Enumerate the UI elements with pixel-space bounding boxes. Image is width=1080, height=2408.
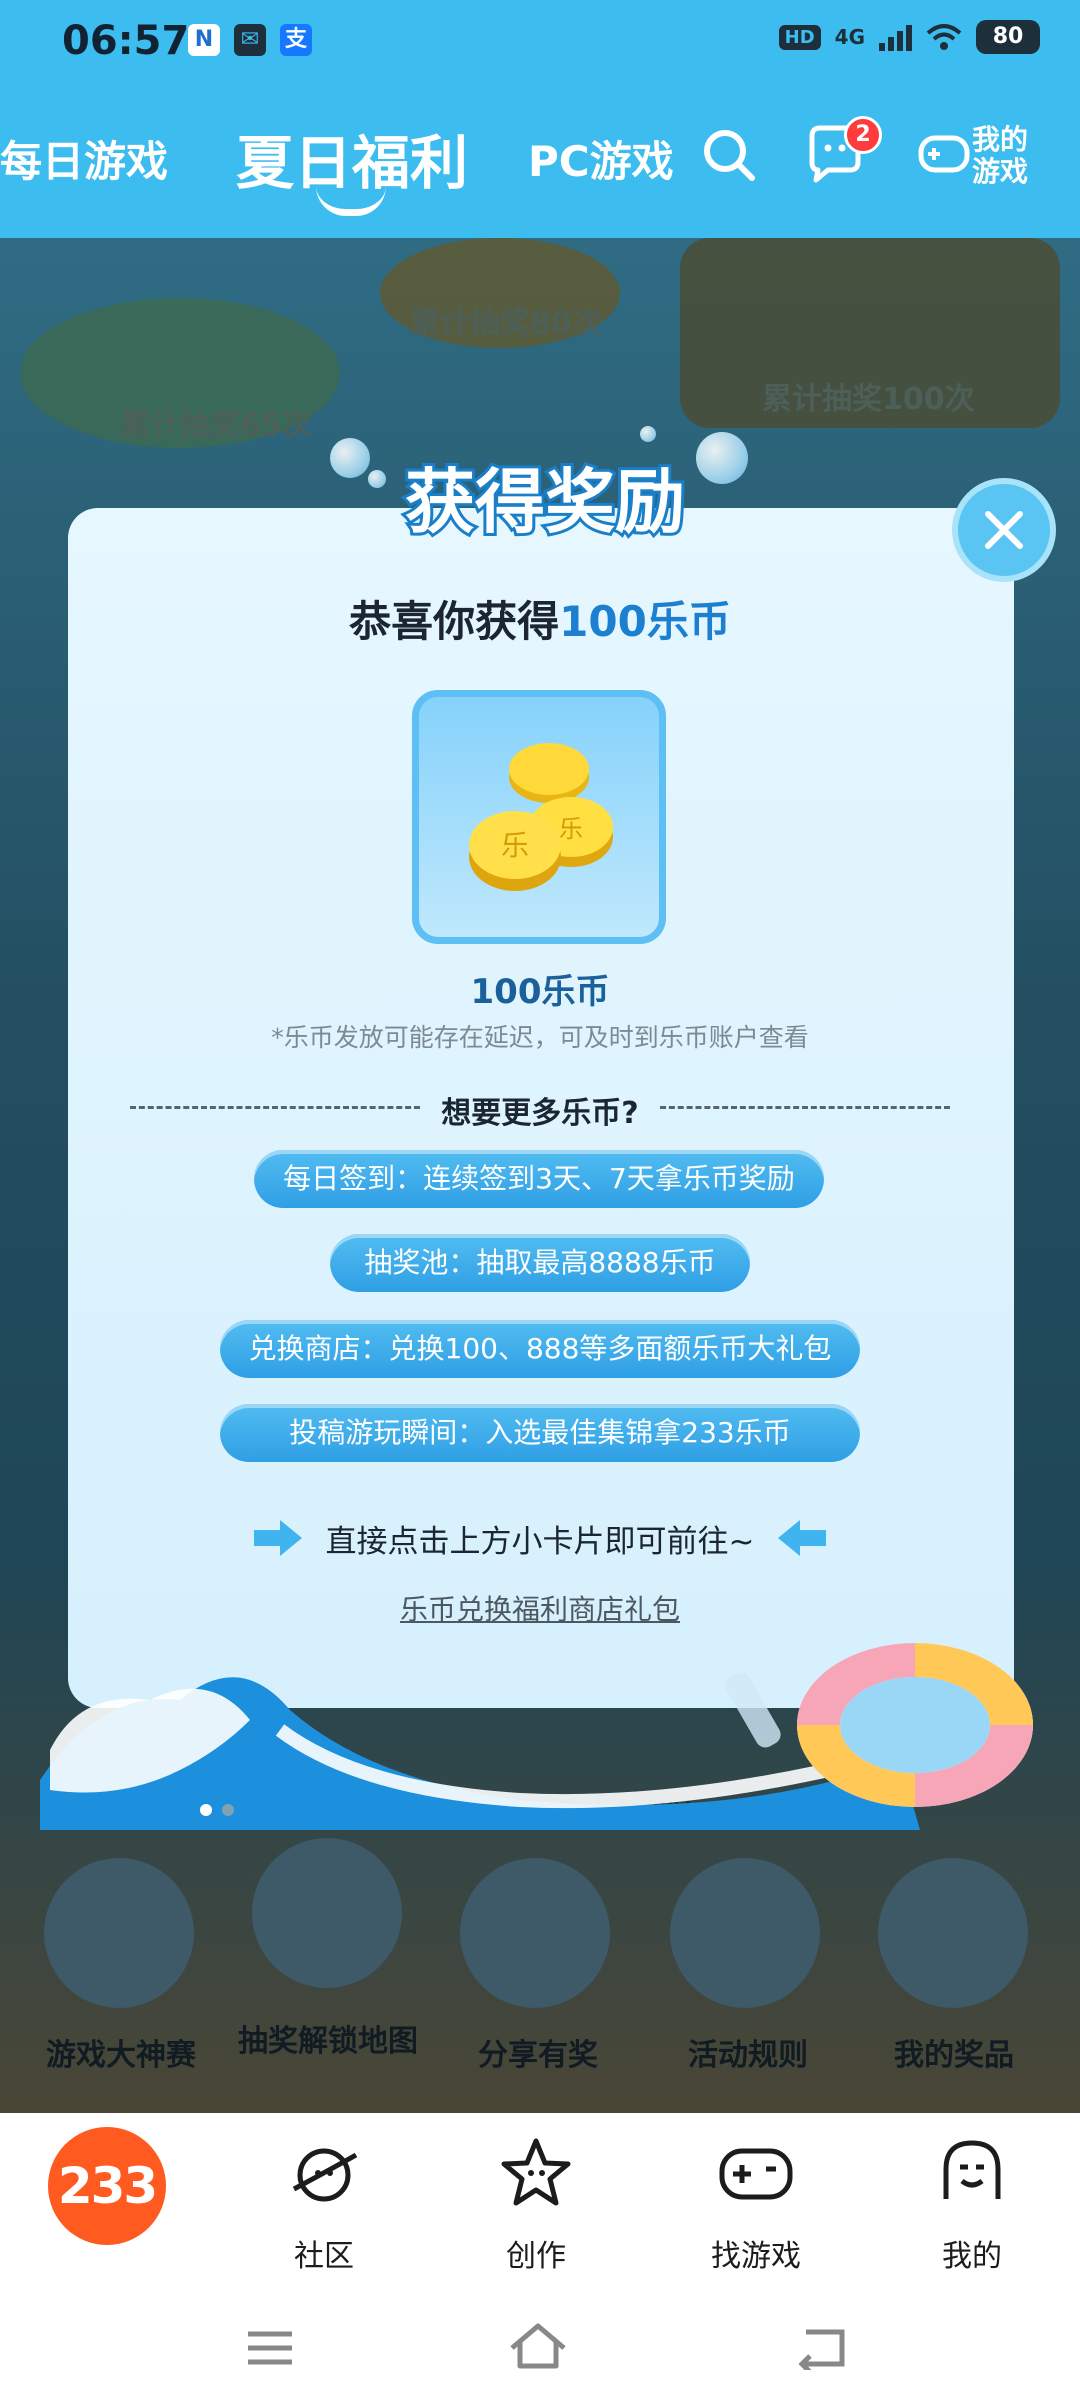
tip-submit-moment[interactable]: 投稿游玩瞬间：入选最佳集锦拿233乐币 (220, 1404, 860, 1462)
svg-text:乐: 乐 (501, 829, 529, 862)
hint-text: 直接点击上方小卡片即可前往~ (325, 1524, 755, 1560)
milestone-label-65: 累计抽奖65次 (120, 408, 312, 443)
gamepad-icon (719, 2148, 793, 2200)
top-bar: 06:57 N ✉ 支 HD 4G 80 每日游戏 夏日福利 PC游戏 2 我的… (0, 0, 1080, 238)
app-notification-icon: N (188, 24, 220, 56)
my-games-icon[interactable] (918, 128, 970, 180)
my-games-label[interactable]: 我的 游戏 (972, 124, 1028, 188)
hd-icon: HD (778, 24, 821, 50)
swim-ring-decoration (797, 1643, 1033, 1807)
message-badge: 2 (844, 116, 882, 154)
svg-text:乐: 乐 (559, 815, 583, 843)
shortcut-share-reward[interactable]: 分享有奖 (478, 2030, 598, 2074)
status-time: 06:57 (62, 18, 190, 64)
shortcut-my-prizes[interactable]: 我的奖品 (894, 2030, 1014, 2074)
wifi-icon (926, 24, 962, 50)
shortcut-unlock-map[interactable]: 抽奖解锁地图 (238, 2016, 418, 2060)
home-icon[interactable] (508, 2322, 568, 2372)
shortcut-icon-bg (878, 1858, 1028, 2008)
network-type: 4G (834, 25, 865, 49)
nav-community-label: 社区 (294, 2239, 354, 2274)
nav-create-label: 创作 (506, 2239, 566, 2274)
nav-find-games-label: 找游戏 (711, 2239, 801, 2274)
close-button[interactable] (952, 478, 1056, 582)
tip-exchange-shop[interactable]: 兑换商店：兑换100、888等多面额乐币大礼包 (220, 1320, 860, 1378)
more-coins-divider: 想要更多乐币? (130, 1088, 950, 1131)
nav-me[interactable]: 我的 (902, 2133, 1042, 2274)
search-icon[interactable] (700, 126, 758, 184)
nav-me-label: 我的 (942, 2239, 1002, 2274)
bottom-nav: 233 社区 创作 找游戏 我的 (0, 2113, 1080, 2288)
tab-daily-games[interactable]: 每日游戏 (0, 128, 168, 189)
nav-find-games[interactable]: 找游戏 (686, 2133, 826, 2274)
milestone-label-80: 累计抽奖80次 (410, 306, 602, 341)
tip-lottery-pool[interactable]: 抽奖池：抽取最高8888乐币 (330, 1234, 750, 1292)
bubble-decoration (640, 426, 656, 442)
status-right: HD 4G 80 (778, 20, 1040, 54)
system-nav-bar (0, 2288, 1080, 2408)
alipay-notification-icon: 支 (280, 24, 312, 56)
pager-dot (222, 1804, 234, 1816)
congrats-text: 恭喜你获得100乐币 (349, 597, 731, 646)
shortcut-icon-bg (252, 1838, 402, 1988)
shortcut-icon-bg (44, 1858, 194, 2008)
coin-stack-icon: 乐 乐 (469, 743, 613, 891)
dialog-title-wrap: 获得奖励 (380, 446, 710, 556)
mail-notification-icon: ✉ (234, 24, 266, 56)
bubble-decoration (330, 438, 370, 478)
milestone-label-100: 累计抽奖100次 (762, 382, 975, 417)
delay-note: *乐币发放可能存在延迟，可及时到乐币账户查看 (271, 1023, 809, 1052)
shortcut-icon-bg (460, 1858, 610, 2008)
close-icon (985, 511, 1023, 549)
battery-icon: 80 (976, 20, 1040, 54)
exchange-shop-link[interactable]: 乐币兑换福利商店礼包 (0, 1588, 1080, 1628)
reward-card: 乐 乐 (412, 690, 666, 944)
tab-pc-games[interactable]: PC游戏 (528, 128, 674, 189)
shortcut-game-contest[interactable]: 游戏大神赛 (46, 2030, 196, 2074)
signal-icon (879, 23, 912, 51)
reward-name: 100乐币 (470, 972, 610, 1012)
nav-community[interactable]: 社区 (254, 2133, 394, 2274)
profile-icon (943, 2140, 1001, 2199)
star-icon (501, 2138, 571, 2206)
nav-create[interactable]: 创作 (466, 2133, 606, 2274)
pager-dot-active (200, 1804, 212, 1816)
shortcut-icon-bg (670, 1858, 820, 2008)
planet-icon (292, 2148, 358, 2202)
divider-text: 想要更多乐币? (441, 1096, 639, 1131)
tip-daily-checkin[interactable]: 每日签到：连续签到3天、7天拿乐币奖励 (254, 1150, 824, 1208)
status-bar: 06:57 N ✉ 支 HD 4G 80 (0, 0, 1080, 86)
menu-icon[interactable] (246, 2328, 294, 2368)
shortcut-rules[interactable]: 活动规则 (688, 2030, 808, 2074)
active-tab-indicator (316, 186, 386, 216)
dialog-title: 获得奖励 (402, 458, 688, 546)
home-logo-button[interactable]: 233 (48, 2127, 166, 2245)
back-icon[interactable] (796, 2324, 848, 2370)
arrow-left-icon (778, 1520, 826, 1556)
